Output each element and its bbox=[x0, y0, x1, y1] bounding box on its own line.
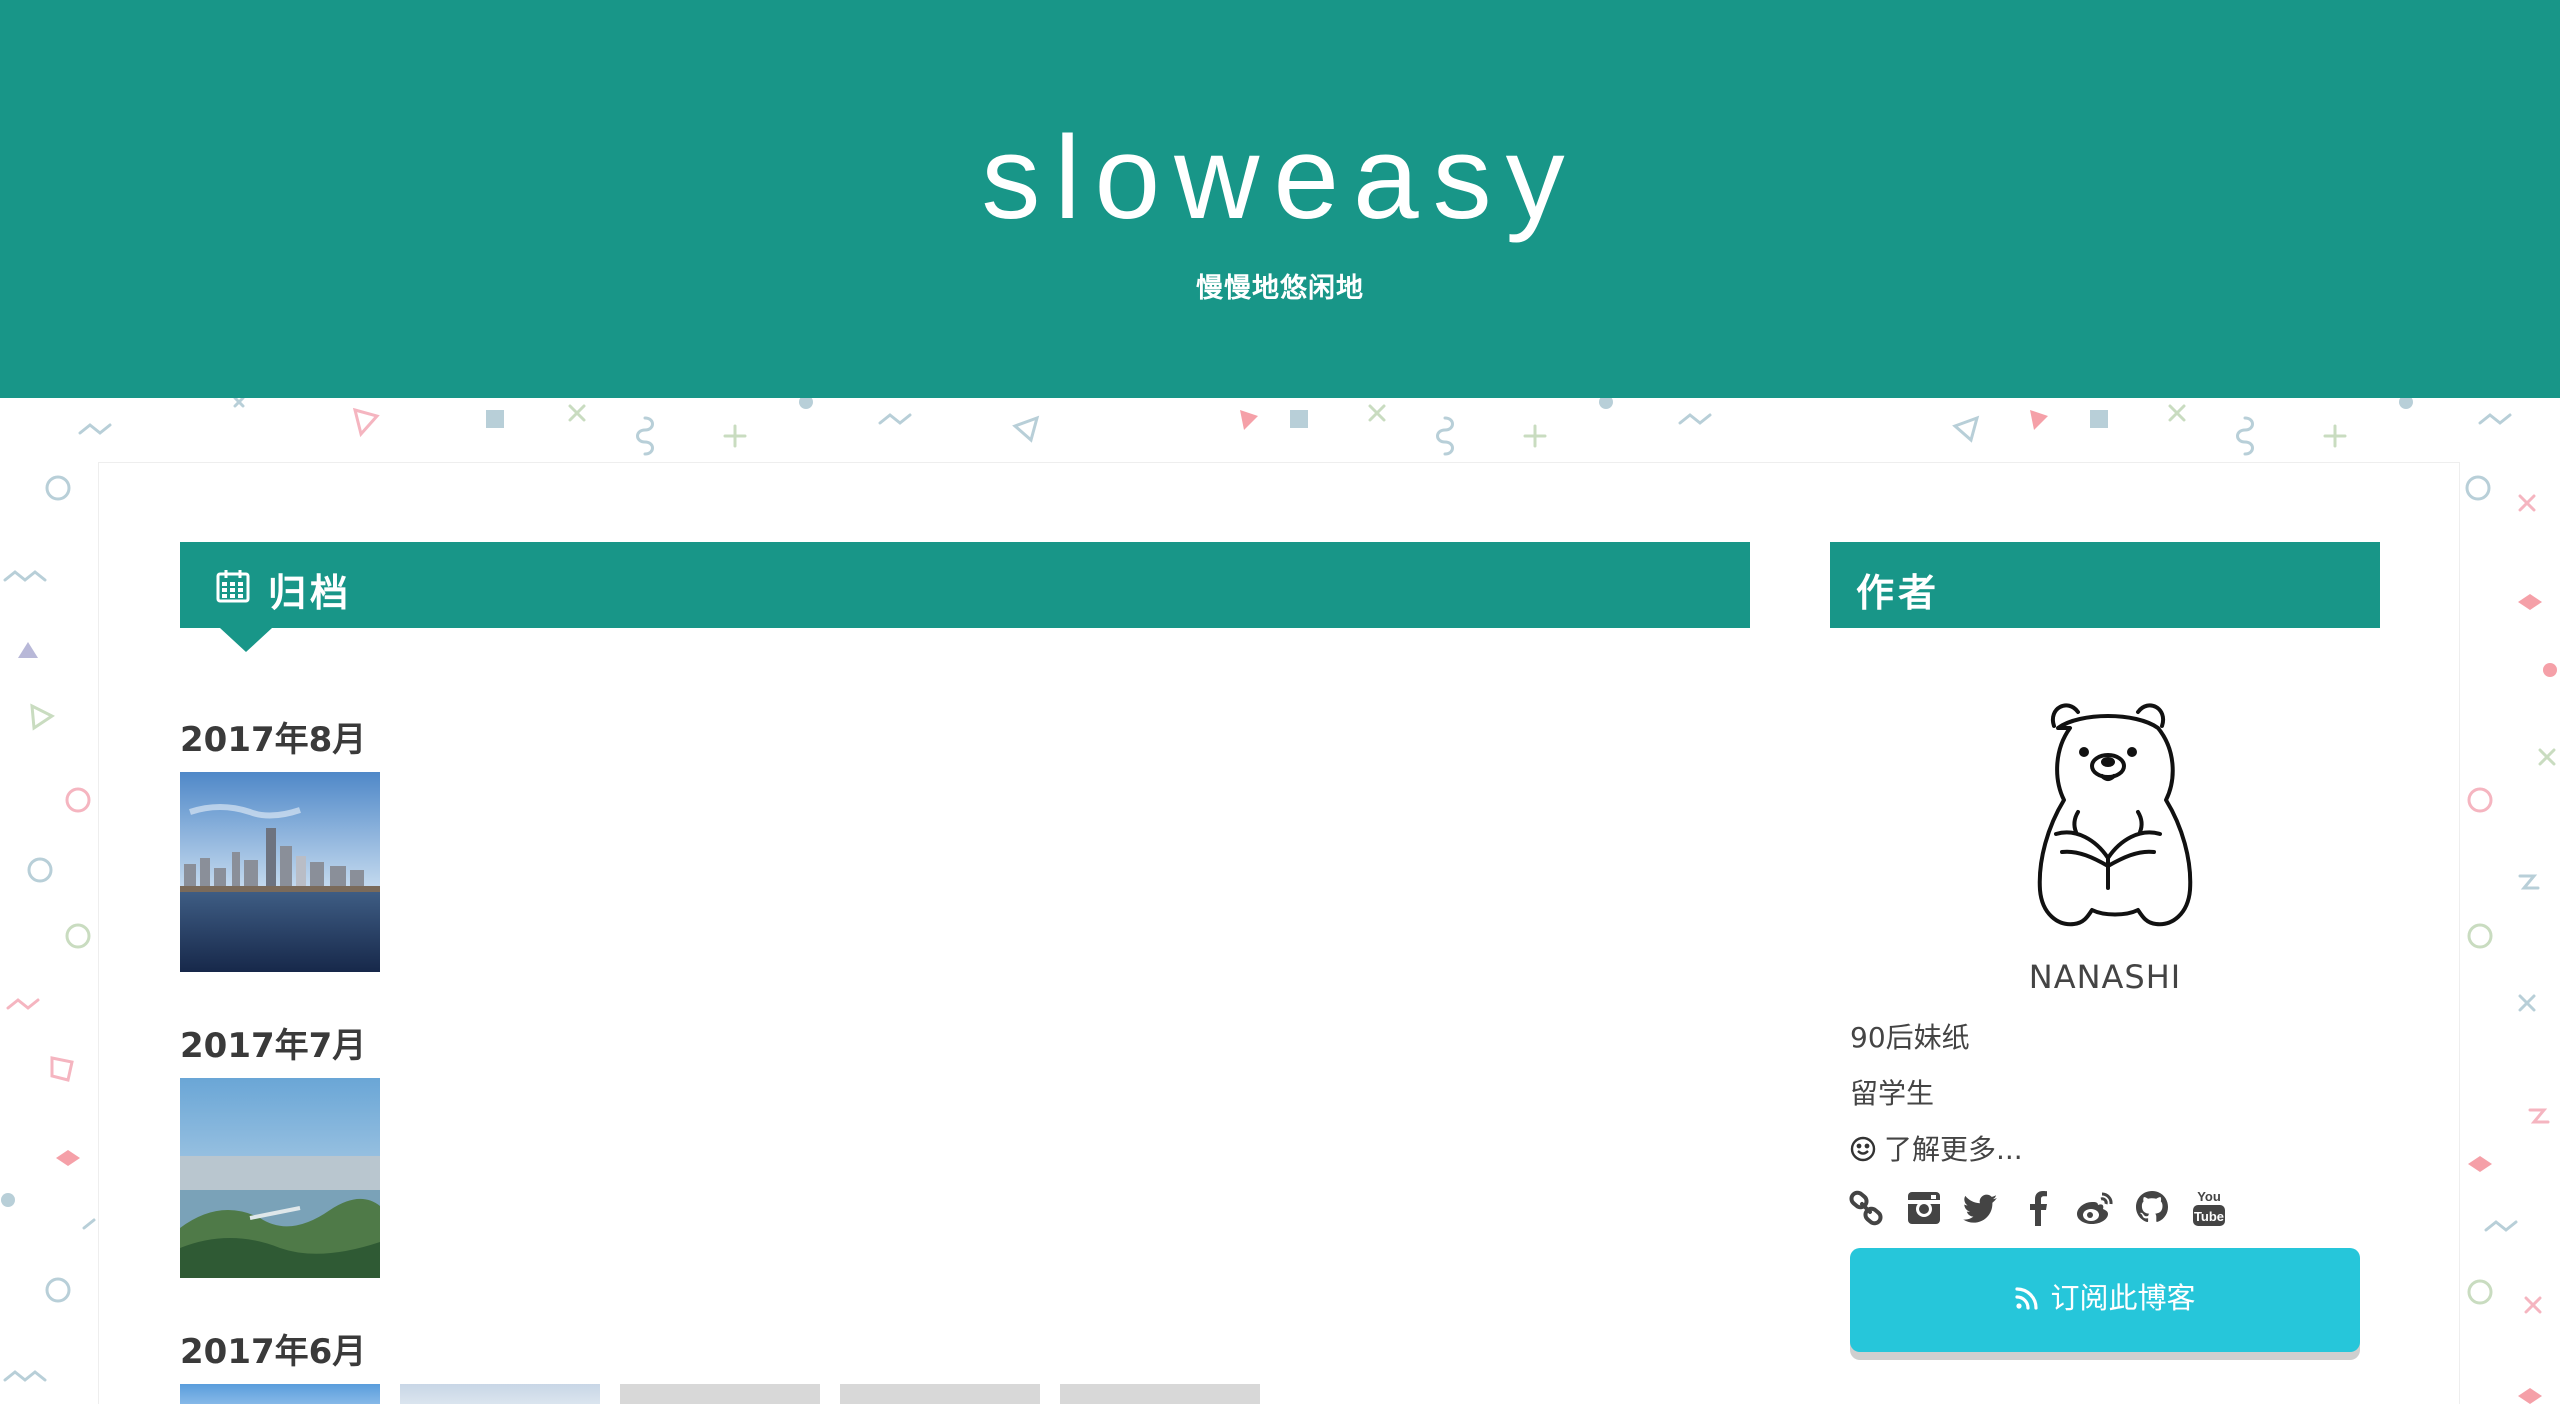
site-header: sloweasy 慢慢地悠闲地 bbox=[0, 0, 2560, 398]
archive-thumbnail[interactable] bbox=[620, 1384, 820, 1404]
youtube-text-bottom: Tube bbox=[2194, 1209, 2224, 1224]
archive-heading: 归档 bbox=[268, 571, 353, 615]
youtube-icon[interactable]: You Tube bbox=[2190, 1188, 2228, 1228]
archive-month-jun[interactable]: 2017年6月 bbox=[180, 1324, 366, 1373]
github-icon[interactable] bbox=[2133, 1188, 2171, 1228]
instagram-icon[interactable] bbox=[1905, 1188, 1943, 1228]
subscribe-button[interactable]: 订阅此博客 bbox=[1850, 1248, 2360, 1352]
smile-icon bbox=[1850, 1136, 1876, 1162]
facebook-icon[interactable] bbox=[2019, 1188, 2057, 1228]
calendar-icon bbox=[216, 570, 250, 603]
archive-thumbnail[interactable] bbox=[180, 1078, 380, 1278]
subscribe-label: 订阅此博客 bbox=[2050, 1281, 2196, 1315]
weibo-icon[interactable] bbox=[2076, 1188, 2114, 1228]
social-links: You Tube bbox=[1848, 1188, 2228, 1228]
archive-header: 归档 bbox=[180, 542, 1750, 652]
author-avatar[interactable] bbox=[2018, 700, 2198, 936]
rss-icon bbox=[2015, 1287, 2039, 1310]
archive-month-jul[interactable]: 2017年7月 bbox=[180, 1018, 366, 1067]
link-icon[interactable] bbox=[1848, 1188, 1886, 1228]
author-bio-line: 90后妹纸 bbox=[1850, 1021, 1970, 1054]
author-heading: 作者 bbox=[1856, 571, 1941, 615]
author-name: NANASHI bbox=[2028, 958, 2182, 996]
about-more-label: 了解更多... bbox=[1884, 1133, 2023, 1166]
youtube-text-top: You bbox=[2197, 1189, 2221, 1204]
archive-thumbnail[interactable] bbox=[840, 1384, 1040, 1404]
archive-month-aug[interactable]: 2017年8月 bbox=[180, 712, 366, 761]
site-title[interactable]: sloweasy bbox=[0, 108, 2560, 248]
archive-thumbnail[interactable] bbox=[180, 1384, 380, 1404]
author-bio-line: 留学生 bbox=[1850, 1077, 1935, 1110]
archive-thumbnail[interactable] bbox=[1060, 1384, 1260, 1404]
author-header: 作者 bbox=[1830, 542, 2380, 628]
archive-thumbnail[interactable] bbox=[180, 772, 380, 972]
about-more-link[interactable]: 了解更多... bbox=[1850, 1128, 2023, 1168]
twitter-icon[interactable] bbox=[1962, 1188, 2000, 1228]
archive-thumbnail[interactable] bbox=[400, 1384, 600, 1404]
archive-header-notch bbox=[220, 628, 272, 652]
site-subtitle: 慢慢地悠闲地 bbox=[1196, 273, 1364, 304]
